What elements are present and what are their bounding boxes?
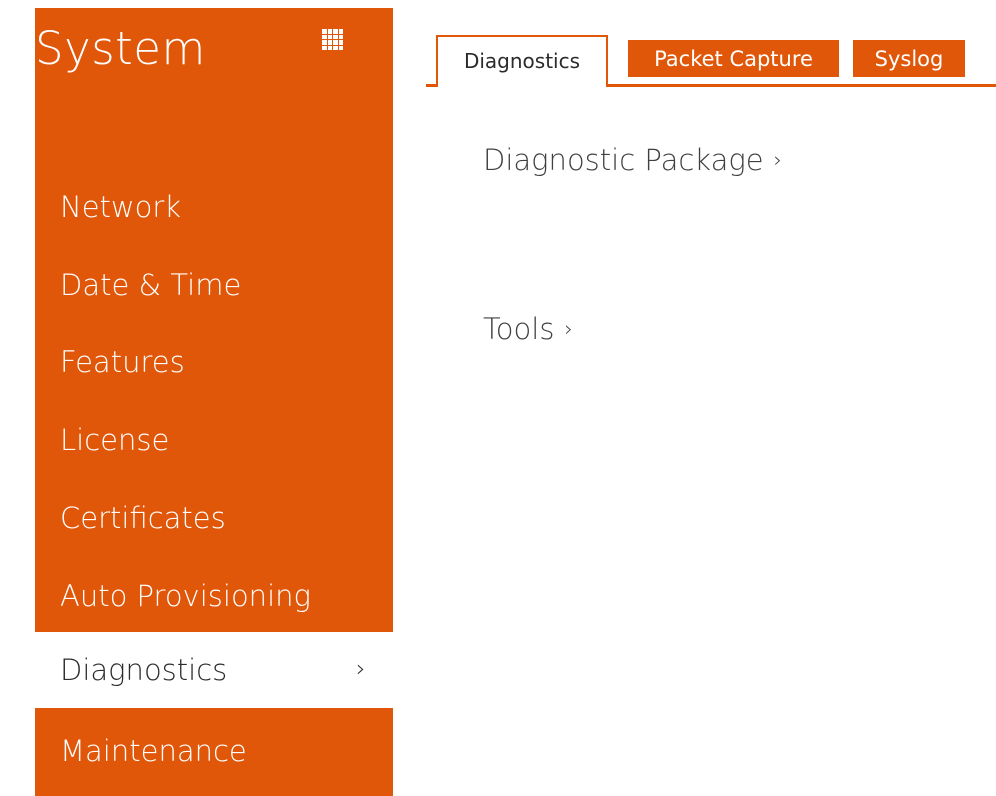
sidebar-item-diagnostics[interactable]: Diagnostics › <box>35 632 393 708</box>
chevron-right-icon: › <box>564 317 573 341</box>
sidebar-item-auto-provisioning[interactable]: Auto Provisioning <box>35 565 393 627</box>
tab-label: Syslog <box>874 46 944 71</box>
page: System Network Date & Time Features Lice… <box>0 0 996 796</box>
sidebar: System Network Date & Time Features Lice… <box>35 8 393 796</box>
chevron-right-icon: › <box>356 654 366 683</box>
tools-link[interactable]: Tools › <box>483 312 573 346</box>
tab-syslog[interactable]: Syslog <box>853 40 965 77</box>
tab-packet-capture[interactable]: Packet Capture <box>628 40 839 77</box>
tab-diagnostics[interactable]: Diagnostics <box>436 35 608 87</box>
section-label: Tools <box>483 312 555 346</box>
sidebar-item-certificates[interactable]: Certificates <box>35 487 393 549</box>
sidebar-item-label: Certificates <box>60 501 226 535</box>
sidebar-title: System <box>35 22 206 75</box>
sidebar-item-label: Auto Provisioning <box>60 579 311 613</box>
sidebar-item-date-time[interactable]: Date & Time <box>35 254 393 316</box>
sidebar-item-label: License <box>60 423 170 457</box>
sidebar-item-label: Diagnostics <box>60 653 228 687</box>
section-label: Diagnostic Package <box>483 143 764 177</box>
sidebar-item-features[interactable]: Features <box>35 331 393 393</box>
sidebar-item-license[interactable]: License <box>35 409 393 471</box>
diagnostic-package-link[interactable]: Diagnostic Package › <box>483 143 782 177</box>
sidebar-item-maintenance[interactable]: Maintenance <box>35 720 393 782</box>
tab-label: Diagnostics <box>463 49 581 73</box>
sidebar-item-label: Features <box>60 345 185 379</box>
sidebar-item-label: Network <box>60 190 182 224</box>
sidebar-item-label: Date & Time <box>60 268 242 302</box>
chevron-right-icon: › <box>773 148 782 172</box>
sidebar-item-network[interactable]: Network <box>35 176 393 238</box>
sidebar-item-label: Maintenance <box>60 734 247 768</box>
tab-label: Packet Capture <box>654 46 813 71</box>
grid-menu-icon[interactable] <box>322 29 343 50</box>
